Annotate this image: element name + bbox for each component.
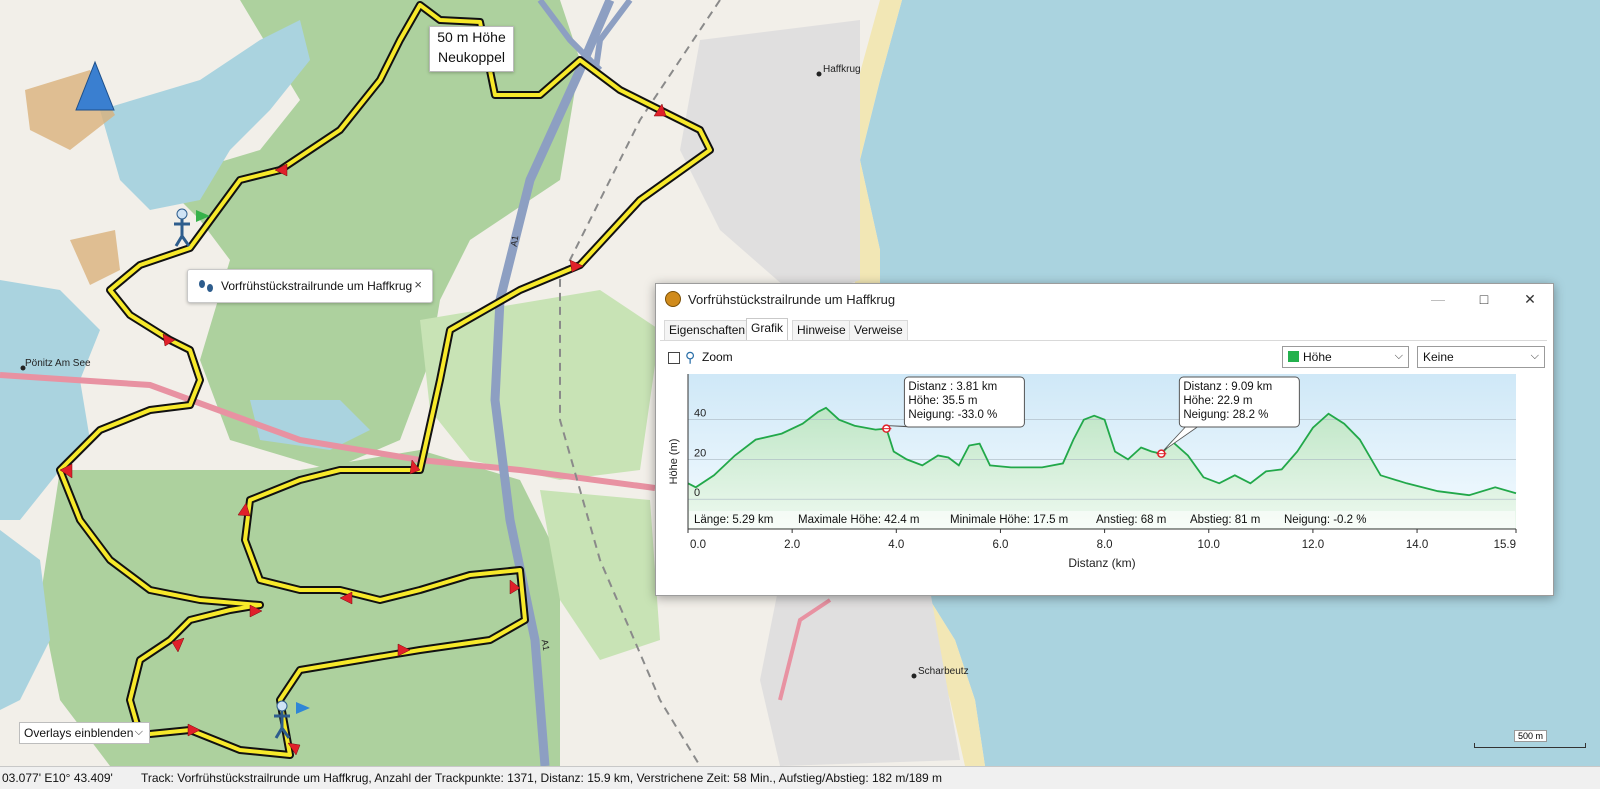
dialog-title: Vorfrühstückstrailrunde um Haffkrug [688, 292, 896, 307]
status-coordinates: 03.077' E10° 43.409' [2, 771, 113, 785]
stat-descent: Abstieg: 81 m [1190, 514, 1260, 526]
app-logo-icon [665, 291, 681, 307]
stat-grade: Neigung: -0.2 % [1284, 514, 1366, 526]
tab-verweise[interactable]: Verweise [849, 320, 908, 340]
x-tick-label: 6.0 [992, 539, 1008, 551]
status-bar: 03.077' E10° 43.409' Track: Vorfrühstück… [0, 766, 1600, 789]
track-name-tag[interactable]: Vorfrühstückstrailrunde um Haffkrug × [187, 269, 433, 303]
x-axis-label: Distanz (km) [1068, 556, 1135, 570]
chevron-down-icon: ⌵ [134, 726, 143, 738]
x-tick-label: 15.9 [1494, 539, 1516, 551]
tab-eigenschaften[interactable]: Eigenschaften [664, 320, 751, 340]
track-tag-close-icon[interactable]: × [414, 277, 422, 292]
scale-bar-line [1474, 743, 1586, 748]
y-tick-label: 0 [694, 487, 700, 499]
track-name-label: Vorfrühstückstrailrunde um Haffkrug [221, 279, 413, 293]
dialog-titlebar[interactable]: Vorfrühstückstrailrunde um Haffkrug — □ … [656, 284, 1553, 314]
tab-hinweise[interactable]: Hinweise [792, 320, 851, 340]
maximize-button[interactable]: □ [1461, 284, 1507, 314]
marker-callout-text: Neigung: 28.2 % [1183, 409, 1268, 421]
x-tick-label: 8.0 [1097, 539, 1113, 551]
road-label-a1-south: A1 [539, 638, 552, 652]
minimize-button[interactable]: — [1415, 284, 1461, 314]
stat-ascent: Anstieg: 68 m [1096, 514, 1166, 526]
track-profile-dialog[interactable]: Vorfrühstückstrailrunde um Haffkrug — □ … [655, 283, 1554, 596]
y-tick-label: 20 [694, 447, 706, 459]
x-tick-label: 4.0 [888, 539, 904, 551]
grafik-panel: ⚲ Zoom Höhe ⌵ Keine ⌵ 0 20 40 0.0 2.0 4.0 6.0 8… [660, 340, 1547, 591]
overlays-dropdown-label: Overlays einblenden [24, 726, 134, 740]
place-dot [816, 71, 822, 77]
marker-callout-text: Distanz : 3.81 km [908, 381, 997, 393]
marker-callout-text: Höhe: 22.9 m [1183, 395, 1252, 407]
scale-label: 500 m [1514, 730, 1548, 742]
height-tooltip-line1: 50 m Höhe [437, 29, 506, 45]
close-button[interactable]: ✕ [1507, 284, 1553, 314]
x-tick-label: 0.0 [690, 539, 706, 551]
height-tooltip: 50 m Höhe Neukoppel [429, 26, 514, 72]
place-label-scharbeutz: Scharbeutz [918, 666, 969, 677]
place-label-haffkrug: Haffkrug [823, 64, 861, 75]
overlays-dropdown[interactable]: Overlays einblenden ⌵ [19, 722, 150, 744]
y-tick-label: 40 [694, 408, 706, 420]
forest-south [40, 450, 560, 766]
marker-callout-text: Neigung: -33.0 % [908, 409, 997, 421]
map-scale-bar: 500 m [1474, 730, 1586, 748]
road-label-a1: A1 [508, 234, 521, 248]
tab-grafik[interactable]: Grafik [746, 318, 789, 341]
x-tick-label: 10.0 [1198, 539, 1220, 551]
stat-max: Maximale Höhe: 42.4 m [798, 514, 919, 526]
marker-callout-text: Höhe: 35.5 m [908, 395, 977, 407]
x-tick-label: 14.0 [1406, 539, 1428, 551]
x-tick-label: 2.0 [784, 539, 800, 551]
height-tooltip-line2: Neukoppel [438, 49, 505, 65]
elevation-chart[interactable]: 0 20 40 0.0 2.0 4.0 6.0 8.0 10.0 12.0 14.0 15.9 Dist… [660, 341, 1547, 591]
x-tick-label: 12.0 [1302, 539, 1324, 551]
status-track-info: Track: Vorfrühstückstrailrunde um Haffkr… [141, 771, 943, 785]
y-axis-label: Höhe (m) [668, 439, 680, 485]
place-dot [911, 673, 917, 679]
marker-callout-text: Distanz : 9.09 km [1183, 381, 1272, 393]
stat-min: Minimale Höhe: 17.5 m [950, 514, 1068, 526]
stat-length: Länge: 5.29 km [694, 514, 773, 526]
place-label-poenitz: Pönitz Am See [25, 358, 91, 369]
footsteps-icon [199, 280, 213, 292]
